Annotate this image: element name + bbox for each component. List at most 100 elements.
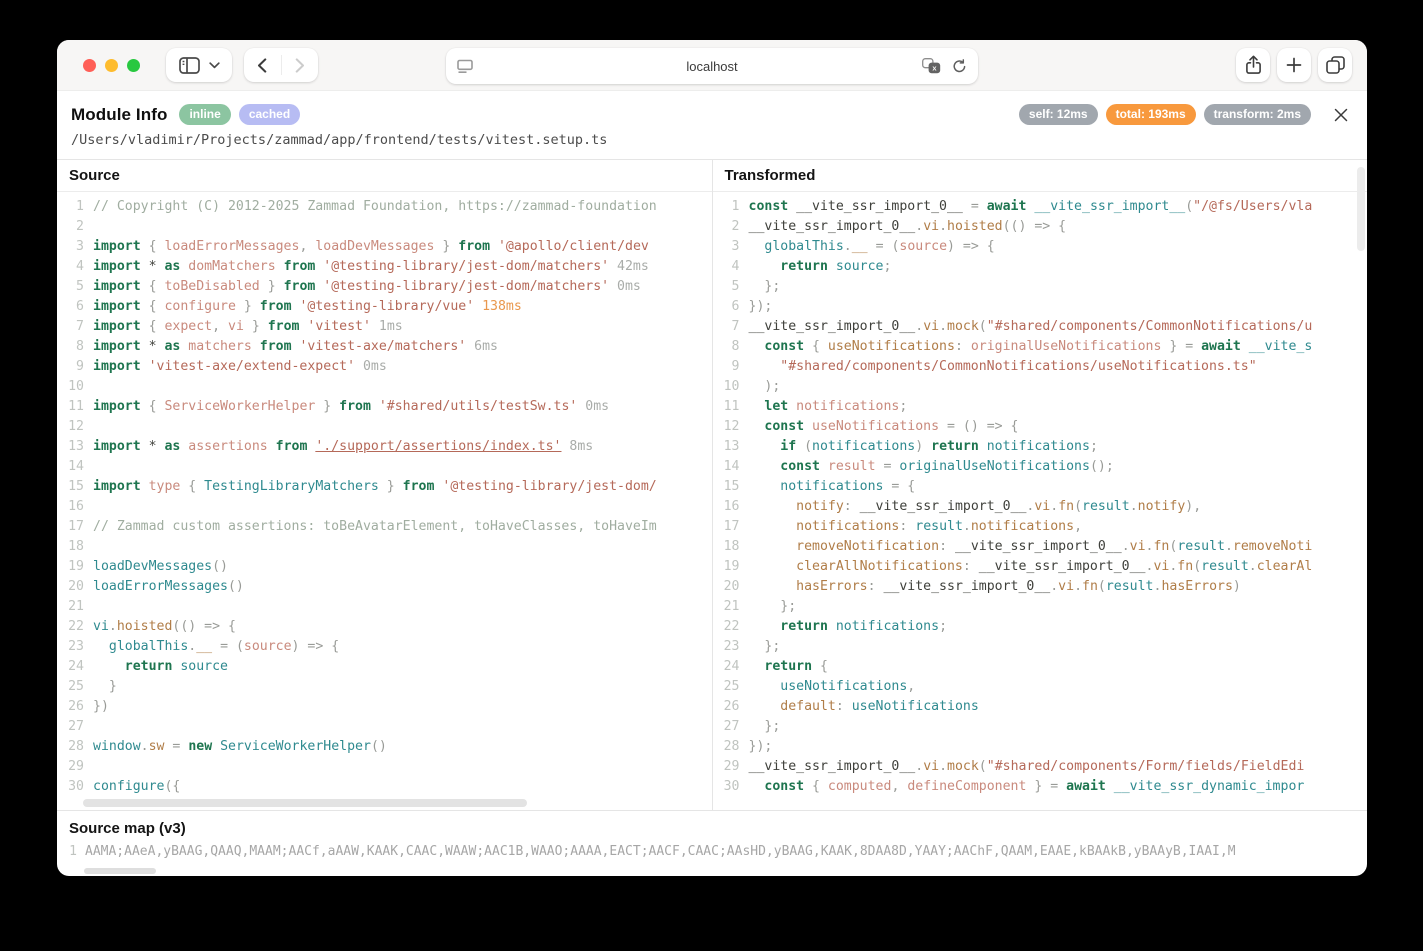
code-token: as: [164, 339, 180, 354]
translate-button[interactable]: x: [922, 58, 941, 74]
code-token: };: [749, 639, 781, 654]
code-text: const __vite_ssr_import_0__ = await __vi…: [749, 197, 1313, 217]
code-line: 22vi.hoisted(() => {: [57, 617, 712, 637]
code-token: 42ms: [609, 259, 649, 274]
browser-window: localhost x: [57, 40, 1367, 876]
line-number: 7: [57, 317, 93, 337]
code-text: configure({: [93, 777, 180, 797]
window-zoom-button[interactable]: [127, 59, 140, 72]
line-number: 14: [713, 457, 749, 477]
code-token: .: [1074, 579, 1082, 594]
code-token: from: [260, 299, 292, 314]
code-token: 8ms: [561, 439, 593, 454]
line-number: 18: [713, 537, 749, 557]
sourcemap-horizontal-scrollbar[interactable]: [84, 868, 156, 874]
code-token: ): [915, 439, 931, 454]
code-text: import { configure } from '@testing-libr…: [93, 297, 522, 317]
code-line: 25 useNotifications,: [713, 677, 1368, 697]
code-token: .: [109, 619, 117, 634]
code-token: (): [212, 559, 228, 574]
code-token: .: [844, 239, 852, 254]
code-text: import type { TestingLibraryMatchers } f…: [93, 477, 657, 497]
sourcemap-section: Source map (v3) 1 AAMA;AAeA,yBAAG,QAAQ,M…: [57, 810, 1367, 876]
tab-overview-button[interactable]: [1318, 48, 1352, 82]
code-token: }: [93, 679, 117, 694]
code-line: 20 hasErrors: __vite_ssr_import_0__.vi.f…: [713, 577, 1368, 597]
code-token: import: [93, 279, 141, 294]
code-line: 22 return notifications;: [713, 617, 1368, 637]
code-token: (: [1074, 499, 1082, 514]
code-token: '@testing-library/jest-dom/: [434, 479, 656, 494]
plus-icon: [1286, 57, 1302, 73]
nav-buttons: [244, 48, 318, 82]
line-number: 19: [57, 557, 93, 577]
code-token: from: [284, 279, 316, 294]
code-text: __vite_ssr_import_0__.vi.mock("#shared/c…: [749, 317, 1313, 337]
back-button[interactable]: [244, 48, 281, 82]
code-token: hoisted: [117, 619, 173, 634]
code-text: let notifications;: [749, 397, 908, 417]
code-token: mock: [947, 759, 979, 774]
code-text: };: [749, 597, 797, 617]
code-token: '@testing-library/vue': [292, 299, 475, 314]
window-minimize-button[interactable]: [105, 59, 118, 72]
code-token: from: [458, 239, 490, 254]
line-number: 14: [57, 457, 93, 477]
code-line: 5import { toBeDisabled } from '@testing-…: [57, 277, 712, 297]
code-line: 8 const { useNotifications: originalUseN…: [713, 337, 1368, 357]
code-token: source: [899, 239, 947, 254]
code-token: const: [749, 459, 820, 474]
source-horizontal-scrollbar[interactable]: [83, 799, 527, 807]
code-line: 29__vite_ssr_import_0__.vi.mock("#shared…: [713, 757, 1368, 777]
inline-badge: inline: [179, 104, 230, 125]
code-token: globalThis: [93, 639, 188, 654]
code-line: 21: [57, 597, 712, 617]
code-token: __vite_ssr_import_0__: [883, 579, 1050, 594]
close-button[interactable]: [1331, 105, 1351, 125]
share-button[interactable]: [1236, 48, 1270, 82]
code-text: if (notifications) return notifications;: [749, 437, 1098, 457]
code-text: removeNotification: __vite_ssr_import_0_…: [749, 537, 1313, 557]
code-line: 9import 'vitest-axe/extend-expect' 0ms: [57, 357, 712, 377]
code-token: vi: [923, 219, 939, 234]
code-token: fn: [1153, 539, 1169, 554]
code-token: result: [1082, 499, 1130, 514]
code-text: }): [93, 697, 109, 717]
code-token: fn: [1177, 559, 1193, 574]
new-tab-button[interactable]: [1277, 48, 1311, 82]
browser-toolbar: localhost x: [57, 40, 1367, 91]
code-token: return: [749, 259, 828, 274]
code-line: 27: [57, 717, 712, 737]
line-number: 18: [57, 537, 93, 557]
line-number: 13: [57, 437, 93, 457]
line-number: 15: [713, 477, 749, 497]
window-close-button[interactable]: [83, 59, 96, 72]
code-token: .: [963, 519, 971, 534]
line-number: 12: [57, 417, 93, 437]
address-bar[interactable]: localhost x: [446, 48, 978, 84]
code-text: };: [749, 717, 781, 737]
line-number: 24: [57, 657, 93, 677]
code-token: "#shared/components/CommonNotifications/…: [987, 319, 1313, 334]
code-token: mock: [947, 319, 979, 334]
line-number: 1: [57, 843, 85, 860]
line-number: 16: [713, 497, 749, 517]
code-token: (: [1193, 559, 1201, 574]
module-link[interactable]: './support/assertions/index.ts': [315, 439, 561, 454]
code-line: 21 };: [713, 597, 1368, 617]
code-token: const: [749, 779, 805, 794]
forward-button[interactable]: [282, 48, 319, 82]
reload-button[interactable]: [952, 59, 967, 74]
sidebar-toggle-button[interactable]: [166, 48, 232, 82]
code-line: 24 return source: [57, 657, 712, 677]
code-token: };: [749, 719, 781, 734]
tabs-icon: [1326, 56, 1345, 74]
transformed-vertical-scrollbar[interactable]: [1357, 167, 1365, 251]
code-token: .: [1130, 499, 1138, 514]
code-token: ();: [1090, 459, 1114, 474]
line-number: 24: [713, 657, 749, 677]
code-token: __vite_s: [1241, 339, 1312, 354]
sourcemap-mappings: AAMA;AAeA,yBAAG,QAAQ,MAAM;AACf,aAAW,KAAK…: [85, 843, 1236, 860]
code-text: __vite_ssr_import_0__.vi.hoisted(() => {: [749, 217, 1067, 237]
code-token: type: [141, 479, 181, 494]
